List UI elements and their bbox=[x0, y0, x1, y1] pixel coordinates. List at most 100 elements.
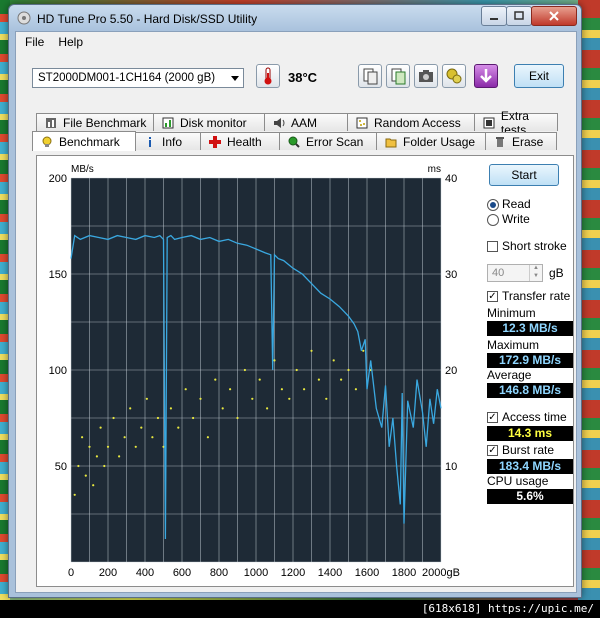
tab-disk-monitor[interactable]: Disk monitor bbox=[153, 113, 265, 131]
tab-info[interactable]: Info bbox=[135, 132, 201, 150]
footer-text: [618x618] https://upic.me/ bbox=[421, 602, 594, 615]
tab-label: File Benchmark bbox=[63, 115, 147, 130]
access-time-point bbox=[73, 493, 76, 496]
client-area: File Help ST2000DM001-1CH164 (2000 gB) 3… bbox=[15, 31, 577, 593]
access-time-point bbox=[99, 426, 102, 429]
copy-info-button[interactable] bbox=[386, 64, 410, 88]
access-time-point bbox=[206, 436, 209, 439]
disk-monitor-icon bbox=[162, 117, 174, 128]
tab-label: Info bbox=[162, 134, 183, 149]
access-time-point bbox=[340, 378, 343, 381]
tab-label: Benchmark bbox=[59, 134, 120, 149]
tab-folder-usage[interactable]: Folder Usage bbox=[376, 132, 486, 150]
maximize-button[interactable] bbox=[506, 6, 532, 26]
access-time-point bbox=[95, 455, 98, 458]
arrow-down-icon bbox=[480, 69, 492, 83]
cpu-usage-value: 5.6% bbox=[487, 489, 573, 504]
window-title: HD Tune Pro 5.50 - Hard Disk/SSD Utility bbox=[37, 12, 258, 26]
error-scan-icon bbox=[288, 136, 300, 148]
copy-text-icon bbox=[363, 68, 378, 85]
menu-file[interactable]: File bbox=[25, 35, 44, 49]
tab-erase[interactable]: Erase bbox=[485, 132, 557, 150]
tab-aam[interactable]: AAM bbox=[264, 113, 348, 131]
access-time-point bbox=[280, 388, 283, 391]
options-button[interactable] bbox=[442, 64, 466, 88]
copy-text-button[interactable] bbox=[358, 64, 382, 88]
camera-icon bbox=[419, 70, 433, 82]
y-tick-right: 10 bbox=[445, 461, 457, 473]
access-time-label: Access time bbox=[502, 410, 567, 424]
extra-tests-icon bbox=[483, 117, 495, 128]
chart-grid bbox=[70, 177, 442, 563]
access-time-point bbox=[317, 378, 320, 381]
access-time-point bbox=[103, 464, 106, 468]
minimum-value: 12.3 MB/s bbox=[487, 321, 573, 336]
access-time-point bbox=[303, 388, 306, 391]
write-radio[interactable] bbox=[487, 214, 499, 226]
access-time-point bbox=[81, 436, 84, 439]
y-tick-left: 50 bbox=[55, 461, 67, 473]
tab-health[interactable]: Health bbox=[200, 132, 280, 150]
right-unit-label: ms bbox=[428, 164, 441, 175]
close-button[interactable] bbox=[531, 6, 577, 26]
drive-select-value: ST2000DM001-1CH164 (2000 gB) bbox=[38, 72, 216, 84]
benchmark-chart: MB/s ms 20015010050403020100 200 400 600 800… bbox=[49, 164, 460, 579]
hdtune-app-icon bbox=[17, 11, 31, 25]
access-time-point bbox=[145, 397, 148, 400]
access-time-point bbox=[332, 359, 335, 362]
exit-button[interactable]: Exit bbox=[514, 64, 564, 88]
title-bar[interactable]: HD Tune Pro 5.50 - Hard Disk/SSD Utility bbox=[9, 5, 581, 31]
short-stroke-label: Short stroke bbox=[502, 239, 567, 253]
access-time-point bbox=[199, 397, 202, 400]
tab-random-access[interactable]: Random Access bbox=[347, 113, 475, 131]
burst-rate-checkbox[interactable]: ✓ bbox=[487, 445, 498, 456]
minimize-button[interactable] bbox=[481, 6, 507, 26]
menu-help[interactable]: Help bbox=[58, 35, 83, 49]
tab-error-scan[interactable]: Error Scan bbox=[279, 132, 377, 150]
drive-select[interactable]: ST2000DM001-1CH164 (2000 gB) bbox=[32, 68, 244, 88]
y-tick-right: 20 bbox=[445, 365, 457, 377]
temperature-unit: °C bbox=[302, 70, 318, 85]
access-time-point bbox=[84, 474, 87, 477]
chevron-down-icon bbox=[231, 76, 239, 81]
random-access-icon bbox=[356, 117, 368, 128]
access-time-point bbox=[266, 407, 269, 410]
short-stroke-checkbox[interactable] bbox=[487, 241, 498, 252]
temperature-button[interactable] bbox=[256, 64, 280, 88]
left-unit-label: MB/s bbox=[71, 164, 94, 175]
tab-file-benchmark[interactable]: File Benchmark bbox=[36, 113, 154, 131]
y-tick-left: 200 bbox=[49, 173, 67, 185]
spin-up-icon[interactable]: ▲ bbox=[529, 265, 542, 273]
x-tick: 1400 bbox=[318, 567, 342, 579]
access-time-point bbox=[169, 407, 172, 410]
spin-down-icon[interactable]: ▼ bbox=[529, 273, 542, 281]
tab-label: Random Access bbox=[374, 115, 461, 130]
cpu-usage-label: CPU usage bbox=[487, 474, 549, 488]
read-radio[interactable] bbox=[487, 199, 499, 211]
access-time-point bbox=[123, 436, 126, 439]
x-tick: 1000 bbox=[244, 567, 268, 579]
access-time-point bbox=[354, 388, 357, 391]
save-button[interactable] bbox=[474, 64, 498, 88]
access-time-point bbox=[177, 426, 180, 429]
average-value: 146.8 MB/s bbox=[487, 383, 573, 398]
tab-benchmark[interactable]: Benchmark bbox=[32, 131, 136, 151]
transfer-rate-checkbox[interactable]: ✓ bbox=[487, 291, 498, 302]
info-icon bbox=[149, 136, 151, 147]
access-time-point bbox=[229, 388, 232, 391]
access-time-point bbox=[184, 388, 187, 391]
start-button[interactable]: Start bbox=[489, 164, 559, 186]
access-time-point bbox=[88, 445, 91, 448]
access-time-point bbox=[221, 407, 224, 410]
file-benchmark-icon bbox=[46, 117, 56, 128]
health-icon bbox=[209, 135, 221, 148]
screenshot-button[interactable] bbox=[414, 64, 438, 88]
access-time-checkbox[interactable]: ✓ bbox=[487, 412, 498, 423]
copy-info-icon bbox=[391, 68, 406, 85]
access-time-point bbox=[92, 484, 95, 487]
short-stroke-spinner[interactable]: 40 ▲ ▼ bbox=[487, 264, 543, 282]
x-tick: 600 bbox=[173, 567, 191, 579]
y-tick-left: 150 bbox=[49, 269, 67, 281]
tab-extra-tests[interactable]: Extra tests bbox=[474, 109, 558, 137]
y-tick-right: 40 bbox=[445, 173, 457, 185]
